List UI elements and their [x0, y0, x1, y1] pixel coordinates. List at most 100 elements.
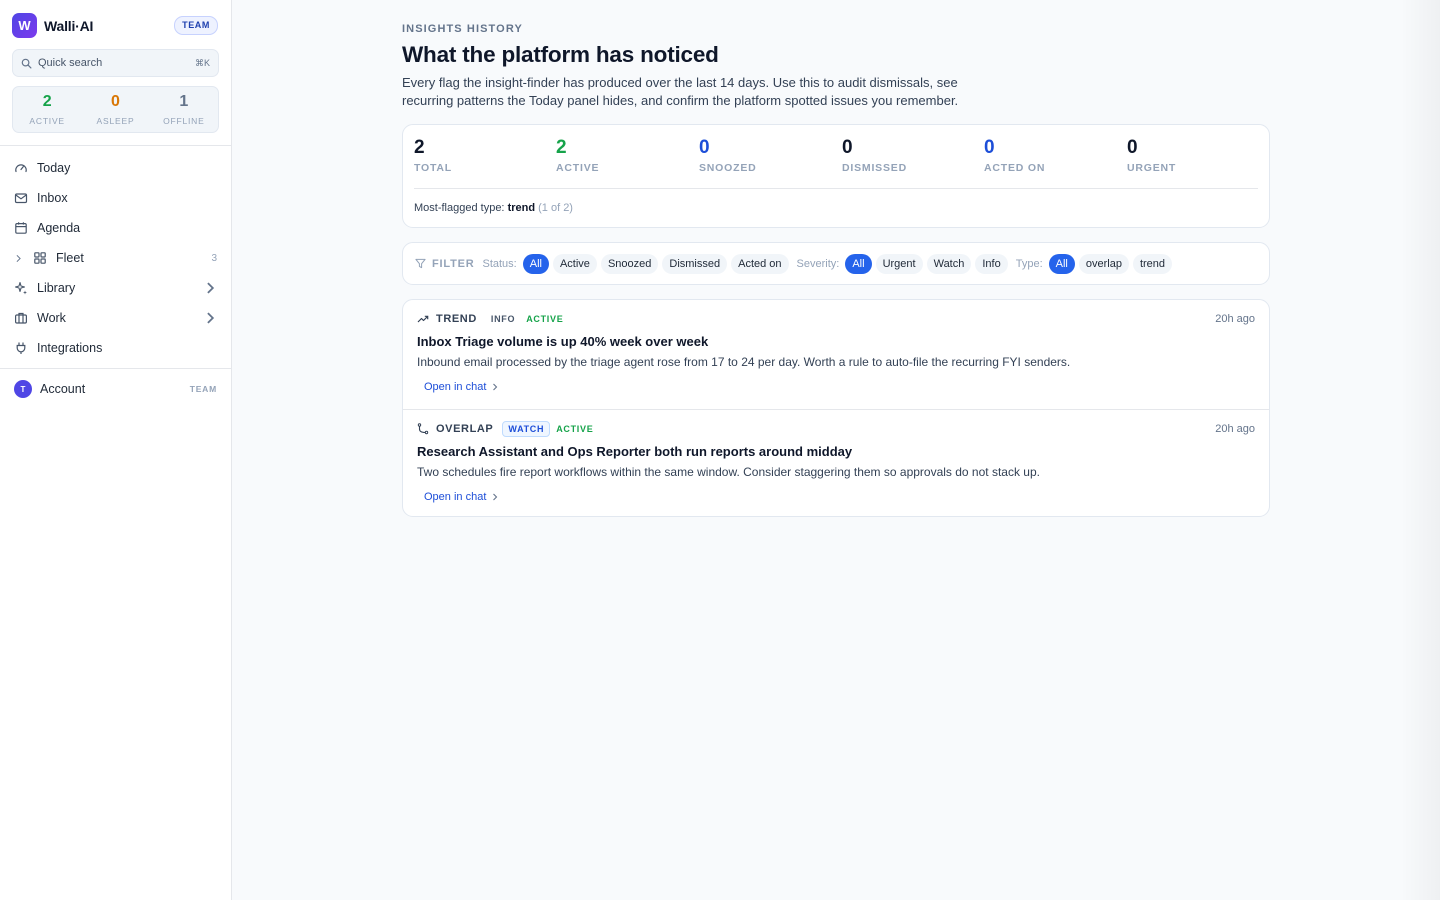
most-flagged-count: (1 of 2)	[538, 202, 573, 214]
fleet-stat-label: ASLEEP	[96, 116, 135, 126]
stat-label: ACTED ON	[984, 162, 1046, 174]
mail-icon	[14, 193, 28, 204]
nav-label: Fleet	[56, 251, 84, 265]
insight-time: 20h ago	[1215, 313, 1255, 325]
nav-label: Library	[37, 281, 76, 295]
stat-value: 0	[984, 137, 995, 158]
insight-type: TREND	[436, 313, 477, 325]
insights-list: TREND INFO ACTIVE 20h ago Inbox Triage v…	[402, 299, 1270, 517]
search-label: Quick search	[38, 57, 103, 69]
type-filter-overlap[interactable]: overlap	[1078, 253, 1129, 274]
fleet-status-summary: 2 ACTIVE 0 ASLEEP 1 OFFLINE	[12, 86, 219, 133]
fleet-stat-value: 0	[111, 93, 120, 110]
chevron-right-icon	[207, 282, 215, 294]
chevron-right-icon	[207, 312, 215, 324]
nav-label: Inbox	[37, 191, 68, 205]
edge-shadow	[1400, 0, 1440, 900]
insight-header: OVERLAP WATCH ACTIVE 20h ago	[417, 421, 1255, 437]
stat-value: 0	[1127, 137, 1138, 158]
sidebar-divider	[0, 145, 231, 146]
quick-search[interactable]: Quick search ⌘K	[12, 49, 219, 77]
stat-snoozed: 0 SNOOZED	[699, 137, 839, 174]
sidebar-divider	[0, 368, 231, 369]
status-filter-active[interactable]: Active	[552, 253, 597, 274]
type-filter-all[interactable]: All	[1048, 253, 1075, 274]
stat-dismissed: 0 DISMISSED	[842, 137, 982, 174]
type-filter-label: Type:	[1015, 257, 1043, 270]
nav-item-agenda[interactable]: Agenda	[0, 213, 231, 243]
status-filter-dismissed[interactable]: Dismissed	[662, 253, 728, 274]
stat-active: 2 ACTIVE	[556, 137, 696, 174]
gauge-icon	[15, 164, 27, 173]
status-filter-label: Status:	[482, 257, 517, 270]
severity-filter-label: Severity:	[796, 257, 840, 270]
severity-filter-info[interactable]: Info	[975, 253, 1008, 274]
page-description: Every flag the insight-finder has produc…	[402, 75, 959, 108]
grid-icon	[34, 252, 46, 264]
account-menu[interactable]: T Account TEAM	[0, 374, 231, 404]
nav-item-fleet[interactable]: Fleet 3	[0, 243, 231, 273]
team-badge: TEAM	[174, 16, 218, 35]
status-filter-acted-on[interactable]: Acted on	[731, 253, 789, 274]
plug-icon	[16, 342, 26, 354]
nav-item-work[interactable]: Work	[0, 303, 231, 333]
search-shortcut: ⌘K	[194, 57, 210, 68]
stat-label: URGENT	[1127, 162, 1177, 174]
most-flagged-prefix: Most-flagged type:	[414, 202, 505, 214]
fleet-stat-asleep[interactable]: 0 ASLEEP	[81, 87, 149, 132]
account-team-badge: TEAM	[189, 384, 217, 394]
stat-label: DISMISSED	[842, 162, 907, 174]
page-title: What the platform has noticed	[402, 42, 719, 67]
fleet-count: 3	[211, 252, 217, 264]
briefcase-icon	[15, 312, 28, 324]
nav-item-integrations[interactable]: Integrations	[0, 333, 231, 363]
chevron-right-icon	[493, 493, 498, 501]
nav-label: Integrations	[37, 341, 103, 355]
fleet-stat-offline[interactable]: 1 OFFLINE	[150, 87, 218, 132]
sparkles-icon	[14, 281, 27, 295]
summary-divider	[414, 188, 1258, 189]
stat-value: 2	[556, 137, 567, 158]
nav-label: Work	[37, 311, 66, 325]
insight-time: 20h ago	[1215, 423, 1255, 435]
trending-up-icon	[417, 315, 429, 323]
stat-value: 0	[842, 137, 853, 158]
stat-label: ACTIVE	[556, 162, 600, 174]
open-in-chat-link[interactable]: Open in chat	[424, 491, 499, 503]
nav-item-library[interactable]: Library	[0, 273, 231, 303]
fleet-stat-label: ACTIVE	[29, 116, 65, 126]
insight-title: Inbox Triage volume is up 40% week over …	[417, 334, 709, 349]
severity-filter-watch[interactable]: Watch	[926, 253, 972, 274]
chevron-right-icon	[493, 383, 498, 391]
open-in-chat-label: Open in chat	[424, 381, 487, 393]
nav-item-today[interactable]: Today	[0, 153, 231, 183]
nav-item-inbox[interactable]: Inbox	[0, 183, 231, 213]
fleet-stat-active[interactable]: 2 ACTIVE	[13, 87, 81, 132]
calendar-icon	[15, 222, 27, 234]
status-filter-snoozed[interactable]: Snoozed	[600, 253, 659, 274]
insight-item: TREND INFO ACTIVE 20h ago Inbox Triage v…	[403, 300, 1269, 409]
account-name: Account	[40, 382, 86, 396]
filter-bar: FILTER Status: All Active Snoozed Dismis…	[402, 242, 1270, 285]
fleet-stat-value: 2	[42, 93, 52, 110]
filter-icon	[415, 258, 426, 269]
severity-badge: WATCH	[502, 421, 551, 437]
severity-filter-all[interactable]: All	[845, 253, 872, 274]
insight-item: OVERLAP WATCH ACTIVE 20h ago Research As…	[403, 409, 1269, 516]
nav-label: Agenda	[37, 221, 81, 235]
insight-body: Two schedules fire report workflows with…	[417, 465, 1040, 479]
insight-type: OVERLAP	[436, 423, 494, 435]
git-fork-icon	[417, 423, 429, 435]
nav-label: Today	[37, 161, 71, 175]
insight-header: TREND INFO ACTIVE 20h ago	[417, 311, 1255, 327]
type-filter-trend[interactable]: trend	[1132, 253, 1173, 274]
open-in-chat-link[interactable]: Open in chat	[424, 381, 499, 393]
page-eyebrow: INSIGHTS HISTORY	[402, 23, 523, 35]
severity-filter-urgent[interactable]: Urgent	[875, 253, 923, 274]
insight-title: Research Assistant and Ops Reporter both…	[417, 444, 853, 459]
search-icon	[21, 58, 32, 68]
status-filter-all[interactable]: All	[522, 253, 549, 274]
brand-logo[interactable]: W	[12, 13, 37, 38]
sidebar-nav: Today Inbox Agenda Fleet 3 Library Work	[0, 153, 231, 363]
chevron-right-icon[interactable]	[14, 254, 23, 263]
